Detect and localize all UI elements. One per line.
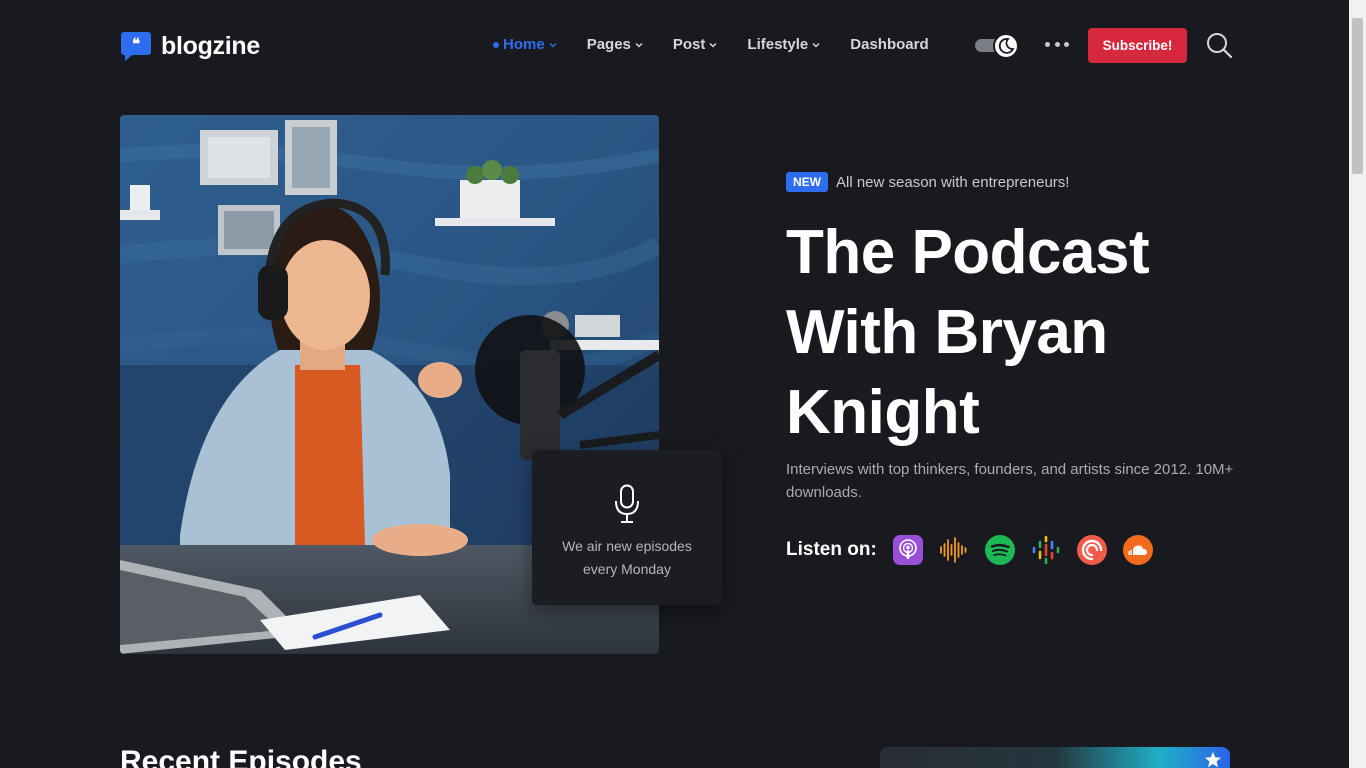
new-badge: NEW [786, 172, 828, 192]
microphone-icon [615, 484, 639, 523]
soundcloud-icon[interactable] [1122, 535, 1153, 565]
nav-label-lifestyle: Lifestyle [747, 36, 809, 53]
toggle-knob [993, 33, 1019, 59]
nav-label-dashboard: Dashboard [850, 36, 929, 53]
spotify-icon[interactable] [984, 535, 1015, 565]
chevron-down-icon [635, 42, 643, 47]
nav-item-dashboard[interactable]: Dashboard [850, 36, 928, 53]
hero-description: Interviews with top thinkers, founders, … [786, 461, 1234, 501]
chevron-down-icon [812, 42, 820, 47]
site-header: ❝ blogzine Home Pages Post Lifestyle Das… [0, 0, 1350, 90]
hero-title-line3: Knight [786, 378, 980, 447]
nav-label-post: Post [672, 36, 706, 53]
hero-title: The Podcast With Bryan Knight [786, 213, 1256, 453]
quote-bubble-icon: ❝ [121, 32, 151, 61]
pocket-casts-icon[interactable] [1076, 535, 1107, 565]
nav-label-home: Home [503, 36, 545, 53]
chevron-down-icon [709, 42, 717, 47]
episode-schedule-text: We air new episodes every Monday [562, 535, 692, 581]
subscribe-button[interactable]: Subscribe! [1088, 28, 1187, 63]
announcement: NEW All new season with entrepreneurs! [786, 172, 1069, 192]
main-nav: Home Pages Post Lifestyle Dashboard [493, 36, 929, 53]
announcement-text: All new season with entrepreneurs! [836, 173, 1070, 191]
brand-logo[interactable]: ❝ blogzine [120, 30, 260, 62]
nav-item-pages[interactable]: Pages [587, 36, 643, 53]
listen-on-row: Listen on: [786, 535, 1169, 565]
listen-label: Listen on: [786, 539, 877, 560]
apple-podcasts-icon[interactable] [892, 535, 923, 565]
dot [1045, 41, 1050, 47]
recent-episodes-title: Recent Episodes [120, 745, 362, 768]
moon-icon [998, 38, 1015, 54]
page-scrollbar[interactable] [1349, 0, 1366, 768]
more-dots-icon[interactable] [1045, 36, 1069, 52]
nav-item-lifestyle[interactable]: Lifestyle [747, 36, 820, 53]
brand-name: blogzine [161, 31, 260, 60]
hero-title-line1: The Podcast [786, 218, 1150, 287]
chevron-down-icon [549, 42, 557, 47]
svg-text:❝: ❝ [132, 35, 140, 53]
dot [1054, 41, 1060, 47]
nav-item-home[interactable]: Home [493, 36, 557, 53]
dark-mode-toggle[interactable] [975, 33, 1019, 59]
scrollbar-thumb[interactable] [1352, 18, 1363, 174]
card-text-line1: We air new episodes [562, 538, 692, 554]
episode-preview-card[interactable] [880, 747, 1230, 768]
nav-label-pages: Pages [586, 36, 631, 53]
dot [1064, 41, 1069, 47]
star-icon [1204, 751, 1222, 768]
nav-item-post[interactable]: Post [673, 36, 718, 53]
card-text-line2: every Monday [583, 561, 671, 577]
episode-schedule-card: We air new episodes every Monday [532, 450, 722, 605]
hero-title-line2: With Bryan [786, 298, 1108, 367]
active-dot [493, 41, 499, 48]
audio-wave-icon[interactable] [939, 535, 969, 565]
google-podcasts-icon[interactable] [1031, 535, 1061, 565]
search-icon[interactable] [1205, 31, 1233, 59]
